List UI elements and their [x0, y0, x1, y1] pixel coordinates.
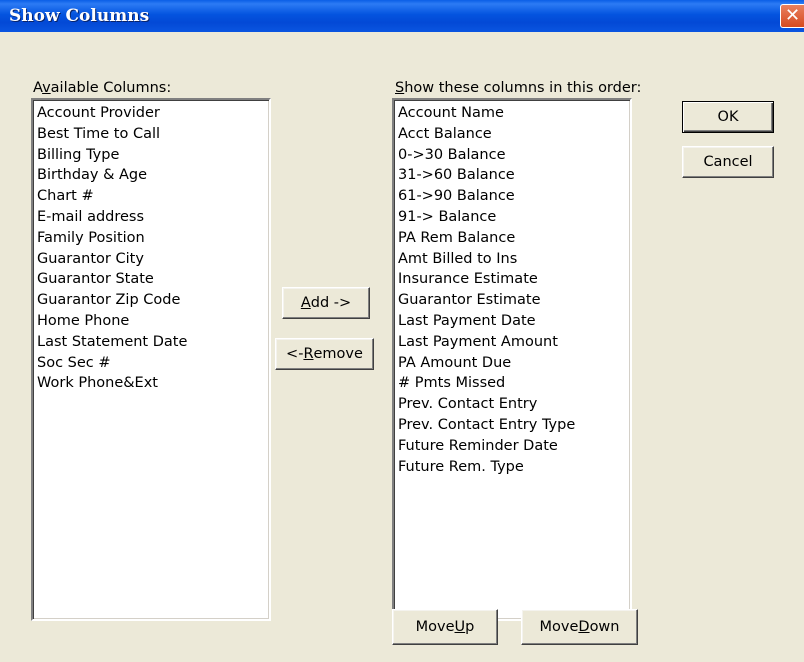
- move-down-button[interactable]: Move Down: [521, 609, 638, 645]
- list-item[interactable]: Home Phone: [37, 311, 269, 332]
- list-item[interactable]: Soc Sec #: [37, 353, 269, 374]
- list-item[interactable]: Future Reminder Date: [398, 436, 630, 457]
- remove-button[interactable]: <- Remove: [275, 338, 374, 370]
- move-up-button[interactable]: Move Up: [392, 609, 498, 645]
- list-item[interactable]: Future Rem. Type: [398, 457, 630, 478]
- list-item[interactable]: Guarantor Zip Code: [37, 290, 269, 311]
- available-columns-list[interactable]: Account Provider Best Time to Call Billing…: [31, 98, 271, 621]
- list-item[interactable]: Acct Balance: [398, 124, 630, 145]
- close-icon[interactable]: ✕: [780, 4, 804, 28]
- list-item[interactable]: Prev. Contact Entry Type: [398, 415, 630, 436]
- list-item[interactable]: 91-> Balance: [398, 207, 630, 228]
- list-item[interactable]: Last Payment Amount: [398, 332, 630, 353]
- list-item[interactable]: Account Provider: [37, 103, 269, 124]
- list-item[interactable]: Birthday & Age: [37, 165, 269, 186]
- list-item[interactable]: PA Rem Balance: [398, 228, 630, 249]
- list-item[interactable]: Last Statement Date: [37, 332, 269, 353]
- list-item[interactable]: Work Phone&Ext: [37, 373, 269, 394]
- list-item[interactable]: Chart #: [37, 186, 269, 207]
- list-item[interactable]: E-mail address: [37, 207, 269, 228]
- list-item[interactable]: # Pmts Missed: [398, 373, 630, 394]
- list-item[interactable]: Guarantor Estimate: [398, 290, 630, 311]
- shown-columns-label: Show these columns in this order:: [395, 80, 642, 96]
- list-item[interactable]: 31->60 Balance: [398, 165, 630, 186]
- list-item[interactable]: Guarantor City: [37, 249, 269, 270]
- list-item[interactable]: Amt Billed to Ins: [398, 249, 630, 270]
- list-item[interactable]: Billing Type: [37, 145, 269, 166]
- list-item[interactable]: Guarantor State: [37, 269, 269, 290]
- list-item[interactable]: Last Payment Date: [398, 311, 630, 332]
- list-item[interactable]: 0->30 Balance: [398, 145, 630, 166]
- list-item[interactable]: Prev. Contact Entry: [398, 394, 630, 415]
- window-title: Show Columns: [9, 6, 150, 26]
- cancel-button[interactable]: Cancel: [682, 146, 774, 178]
- add-button[interactable]: Add ->: [282, 287, 370, 319]
- title-bar[interactable]: Show Columns ✕: [0, 0, 804, 32]
- ok-button[interactable]: OK: [682, 101, 774, 133]
- available-columns-label: Available Columns:: [33, 80, 172, 96]
- shown-columns-list[interactable]: Account Name Acct Balance 0->30 Balance 31-…: [392, 98, 632, 621]
- list-item[interactable]: Account Name: [398, 103, 630, 124]
- list-item[interactable]: PA Amount Due: [398, 353, 630, 374]
- list-item[interactable]: Best Time to Call: [37, 124, 269, 145]
- list-item[interactable]: 61->90 Balance: [398, 186, 630, 207]
- list-item[interactable]: Insurance Estimate: [398, 269, 630, 290]
- list-item[interactable]: Family Position: [37, 228, 269, 249]
- show-columns-dialog: Show Columns ✕ Available Columns: Accoun…: [0, 0, 804, 662]
